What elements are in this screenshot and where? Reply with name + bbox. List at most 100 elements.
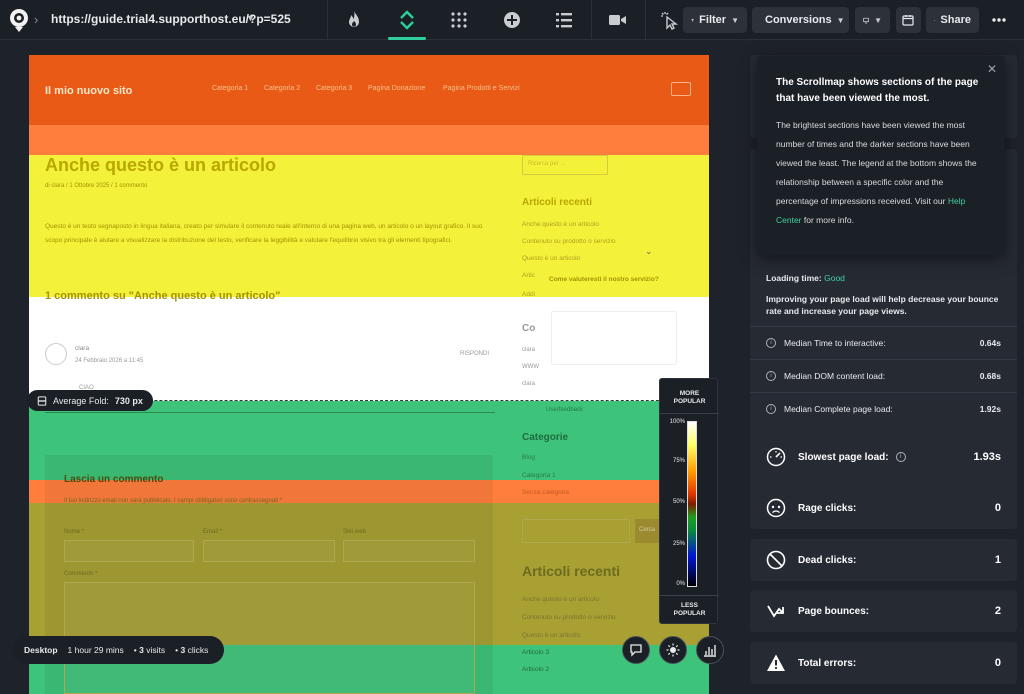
device-select-button[interactable]: ▼ [855, 7, 890, 33]
fold-value: 730 px [114, 395, 143, 406]
chevron-down-icon: ▼ [836, 15, 845, 25]
metric-slowest-page-load[interactable]: Slowest page load: i 1.93s [750, 436, 1017, 478]
sidebar-link: Questo è un articolo [522, 632, 581, 639]
leave-comment-heading: Lascia un commento [64, 474, 164, 485]
name-field [64, 540, 194, 562]
active-tab-indicator [388, 37, 426, 40]
warning-icon [766, 653, 786, 673]
calendar-button[interactable] [896, 7, 921, 33]
perf-row-label: Median Complete page load: [784, 404, 893, 414]
session-stats-pill: Desktop 1 hour 29 mins • 3 visits • 3 cl… [12, 636, 224, 664]
divider [327, 0, 328, 40]
share-button[interactable]: Share [926, 7, 979, 33]
conversions-label: Conversions [765, 14, 832, 26]
clicks-label: clicks [187, 645, 209, 655]
metric-dead-clicks[interactable]: Dead clicks: 1 [750, 539, 1017, 581]
sidebar-link: Categoria 1 [522, 472, 556, 479]
perf-row-label: Median Time to interactive: [784, 338, 886, 348]
metric-value: 1 [994, 554, 1001, 566]
website-field [343, 540, 475, 562]
close-icon[interactable]: ✕ [987, 62, 997, 76]
bar-chart-icon [704, 645, 716, 657]
info-icon[interactable]: i [766, 371, 776, 381]
metric-total-errors[interactable]: Total errors: 0 [750, 642, 1017, 684]
site-nav-item: Pagina Prodotti e Servizi [443, 85, 520, 92]
feedback-textarea [551, 311, 677, 365]
metric-label: Slowest page load: [798, 451, 889, 463]
perf-row: i Median Complete page load: 1.92s [750, 392, 1017, 425]
top-toolbar: › https://guide.trial4.supporthost.eu/?p… [0, 0, 1024, 40]
article-paragraph: Questo è un testo segnaposto in lingua i… [45, 223, 483, 244]
brightness-sun-icon [666, 643, 680, 657]
url-dropdown-caret-icon[interactable]: ▼ [246, 13, 255, 23]
legend-tick: 25% [672, 541, 685, 547]
perf-row-label: Median DOM content load: [784, 371, 886, 381]
sidebar-search-field [522, 519, 630, 543]
site-search-field: Ricerca per ... [522, 155, 608, 175]
comment-date: 24 Febbraio 2026 a 11:45 [75, 358, 144, 364]
comment-bubble-button[interactable] [622, 636, 650, 664]
breadcrumb-chevron-icon: › [34, 12, 39, 27]
metric-page-bounces[interactable]: Page bounces: 2 [750, 590, 1017, 632]
email-field-label: Email * [203, 529, 223, 535]
scrollmap-arrows-icon[interactable] [394, 7, 420, 33]
sidebar-heading: Articoli recenti [522, 197, 593, 208]
fold-label: Average Fold: [53, 395, 109, 406]
scrollmap-page-preview: Il mio nuovo sito Categoria 1 Categoria … [29, 55, 709, 694]
filter-button[interactable]: Filter ▼ [683, 7, 747, 33]
legend-tick: 50% [672, 499, 685, 505]
app-logo-icon[interactable] [8, 8, 30, 32]
sidebar-heading: Categorie [522, 432, 569, 443]
tooltip-body-text: The brightest sections have been viewed … [776, 120, 977, 206]
stats-panel-button[interactable] [696, 636, 724, 664]
device-label: Desktop [24, 645, 58, 655]
comment-field-label: Commento * [64, 571, 98, 577]
comment-bubble-icon [630, 644, 642, 657]
sidebar-link: Questo è un articolo [522, 255, 581, 262]
site-nav-item: Categoria 2 [264, 85, 301, 92]
calendar-icon [902, 15, 914, 26]
legend-more-popular: MORE POPULAR [673, 390, 706, 405]
click-pointer-icon[interactable] [656, 7, 682, 33]
loading-advice: Improving your page load will help decre… [766, 294, 999, 316]
perf-row-value: 0.68s [979, 371, 1001, 381]
more-options-icon[interactable] [986, 7, 1012, 33]
metric-value: 2 [994, 605, 1001, 617]
info-icon[interactable]: i [766, 338, 776, 348]
duration-value: 1 hour 29 mins [67, 645, 124, 655]
sidebar-link: Anche questo è un articolo [522, 596, 599, 603]
grid-dots-icon[interactable] [446, 7, 472, 33]
divider [45, 412, 495, 413]
legend-tick: 100% [669, 419, 685, 425]
video-camera-icon[interactable] [604, 7, 630, 33]
legend-less-popular: LESS POPULAR [673, 602, 706, 617]
info-icon[interactable]: i [895, 452, 906, 462]
info-icon[interactable]: i [766, 404, 776, 414]
sidebar-heading: Co [522, 323, 536, 334]
share-label: Share [940, 14, 971, 26]
site-nav-item: Categoria 1 [212, 85, 249, 92]
filter-funnel-icon [691, 18, 694, 22]
article-meta: di clara / 1 Ottobre 2025 / 1 commento [45, 183, 148, 189]
hamburger-menu-icon [671, 82, 691, 96]
sidebar-link: Senza categoria [522, 489, 569, 496]
metric-label: Rage clicks: [798, 502, 857, 514]
heatmap-flame-icon[interactable] [341, 7, 367, 33]
desktop-monitor-icon [863, 17, 869, 23]
sidebar-link: clara [522, 381, 536, 387]
metric-label: Total errors: [798, 657, 857, 669]
scrollmap-info-tooltip: ✕ The Scrollmap shows sections of the pa… [757, 56, 1005, 255]
divider [591, 0, 592, 40]
speedometer-icon [766, 447, 786, 467]
bounce-arrow-icon [766, 601, 786, 621]
leave-comment-note: Il tuo indirizzo email non sarà pubblica… [64, 498, 283, 504]
loading-time-value: Good [824, 273, 845, 283]
visits-stat: • 3 visits [133, 645, 166, 655]
list-icon[interactable] [551, 7, 577, 33]
brightness-button[interactable] [659, 636, 687, 664]
share-arrow-icon [934, 19, 936, 21]
add-circle-icon[interactable] [499, 7, 525, 33]
angry-face-icon [766, 498, 786, 518]
metric-rage-clicks[interactable]: Rage clicks: 0 [750, 487, 1017, 529]
conversions-button[interactable]: Conversions ▼ [752, 7, 849, 33]
